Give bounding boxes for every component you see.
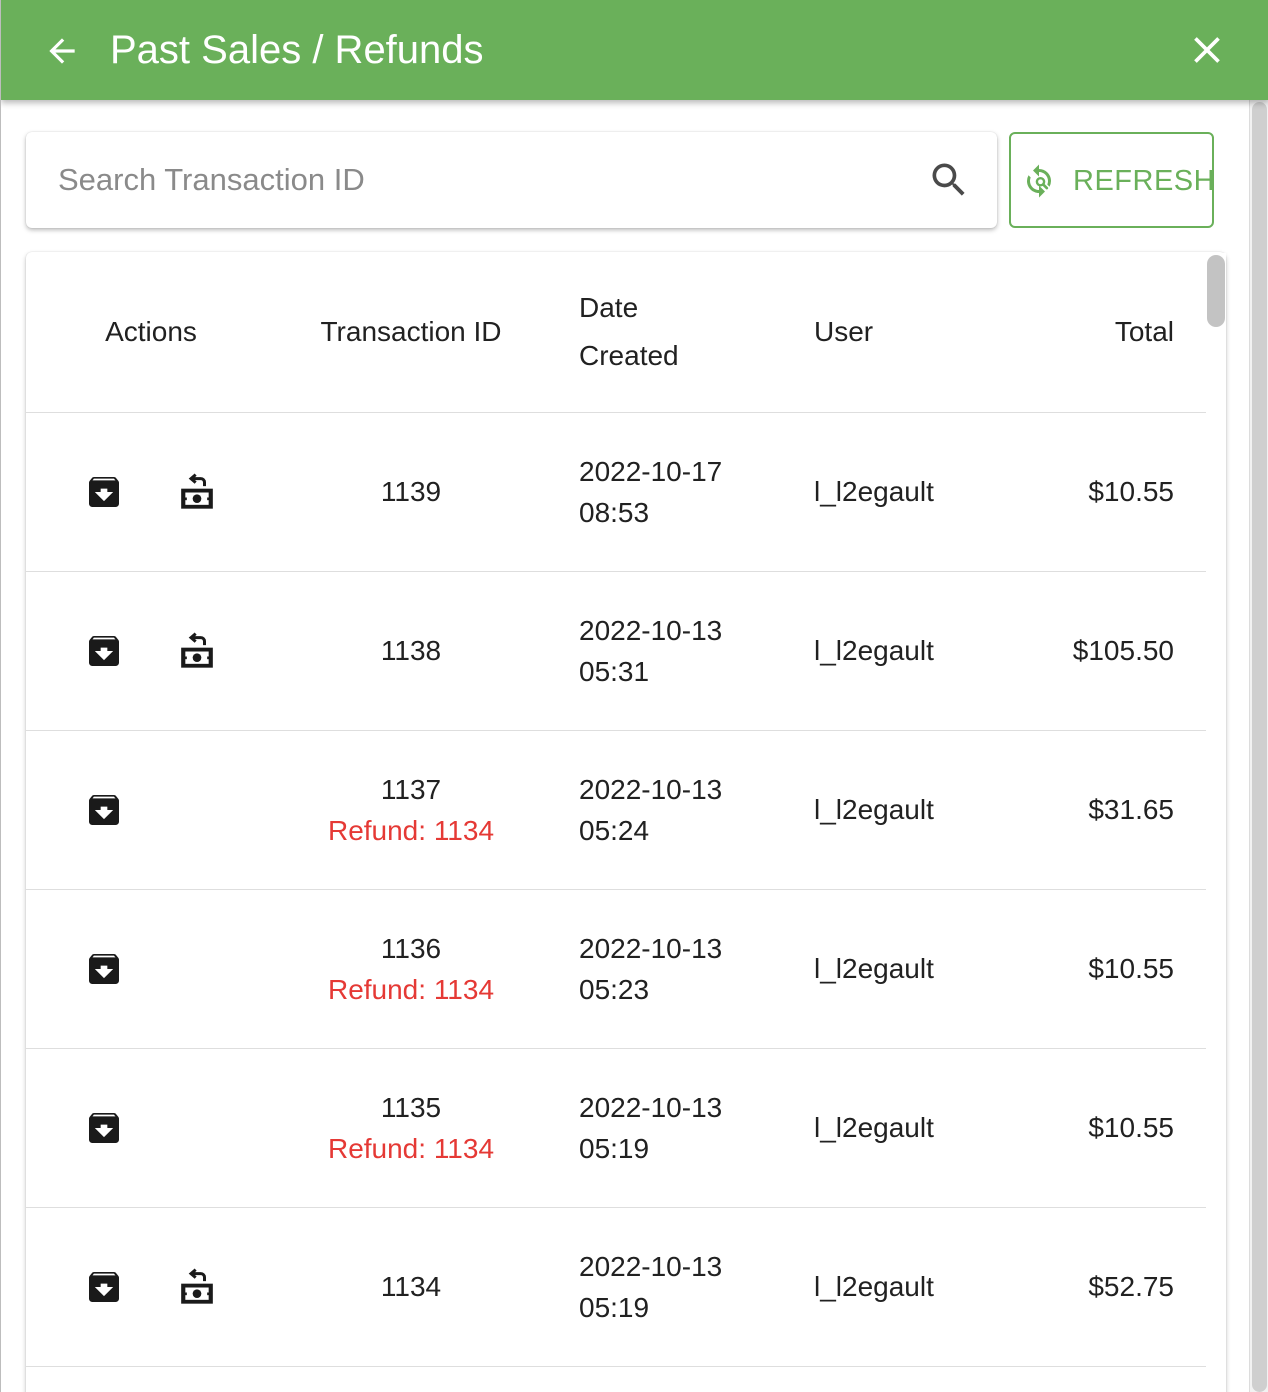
archive-download-icon — [89, 953, 119, 984]
money-refund-icon — [181, 473, 213, 509]
past-sales-dialog: Past Sales / Refunds REFRESH Actions Tra… — [0, 0, 1268, 1392]
transactions-table: Actions Transaction ID Date Created User… — [26, 252, 1226, 1392]
arrow-left-icon — [49, 38, 75, 64]
search-icon — [932, 163, 965, 196]
transaction-id: 1138 — [380, 635, 442, 666]
back-button[interactable] — [39, 28, 85, 74]
user-name: l_l2egault — [814, 635, 934, 666]
date-created: 2022-10-13 — [579, 1250, 723, 1282]
archive-download-icon — [89, 476, 119, 507]
download-receipt-button[interactable] — [84, 1108, 124, 1148]
column-header-date-line2: Created — [579, 340, 679, 371]
date-created: 2022-10-13 — [579, 1091, 723, 1123]
download-receipt-button[interactable] — [84, 949, 124, 989]
column-header-total: Total — [1114, 316, 1174, 347]
time-created: 05:31 — [579, 655, 650, 687]
refund-reference: Refund: 1134 — [327, 814, 495, 846]
column-header-transaction-id: Transaction ID — [320, 316, 502, 347]
user-name: l_l2egault — [814, 1112, 934, 1143]
transaction-total: $10.55 — [1088, 476, 1174, 507]
archive-download-icon — [89, 794, 119, 825]
refresh-icon — [1027, 164, 1051, 198]
close-icon — [1194, 37, 1220, 63]
refresh-label: REFRESH — [1073, 165, 1216, 197]
refund-reference: Refund: 1134 — [327, 1132, 495, 1164]
page-title: Past Sales / Refunds — [110, 28, 484, 72]
page-scrollbar-thumb[interactable] — [1252, 102, 1267, 1392]
column-header-user: User — [814, 316, 874, 347]
table-scrollbar-thumb[interactable] — [1207, 255, 1225, 327]
refund-button[interactable] — [177, 1267, 217, 1307]
date-created: 2022-10-17 — [579, 455, 723, 487]
transaction-id: 1134 — [380, 1271, 442, 1302]
column-header-actions: Actions — [105, 316, 197, 347]
archive-download-icon — [89, 1271, 119, 1302]
row-separator — [26, 1366, 1206, 1367]
refund-button[interactable] — [177, 631, 217, 671]
transaction-total: $10.55 — [1088, 953, 1174, 984]
user-name: l_l2egault — [814, 953, 934, 984]
search-input[interactable] — [58, 154, 918, 206]
refund-reference: Refund: 1134 — [327, 973, 495, 1005]
app-bar: Past Sales / Refunds — [1, 0, 1268, 100]
archive-download-icon — [89, 635, 119, 666]
search-box — [26, 132, 997, 228]
date-created: 2022-10-13 — [579, 773, 723, 805]
time-created: 05:23 — [579, 973, 650, 1005]
page-scrollbar[interactable] — [1249, 100, 1268, 1392]
download-receipt-button[interactable] — [84, 472, 124, 512]
close-button[interactable] — [1183, 26, 1231, 74]
time-created: 08:53 — [579, 496, 650, 528]
time-created: 05:19 — [579, 1132, 650, 1164]
refund-button[interactable] — [177, 472, 217, 512]
search-button[interactable] — [927, 158, 971, 202]
transaction-total: $105.50 — [1072, 635, 1174, 666]
transaction-id: 1135 — [380, 1091, 442, 1123]
time-created: 05:24 — [579, 814, 650, 846]
download-receipt-button[interactable] — [84, 631, 124, 671]
transaction-id: 1136 — [380, 932, 442, 964]
download-receipt-button[interactable] — [84, 1267, 124, 1307]
download-receipt-button[interactable] — [84, 790, 124, 830]
table-scrollbar[interactable] — [1206, 253, 1226, 1392]
column-header-date-line1: Date — [579, 292, 639, 323]
transaction-total: $31.65 — [1088, 794, 1174, 825]
date-created: 2022-10-13 — [579, 614, 723, 646]
user-name: l_l2egault — [814, 476, 934, 507]
transaction-id: 1137 — [380, 773, 442, 805]
money-refund-icon — [181, 632, 213, 668]
time-created: 05:19 — [579, 1291, 650, 1323]
date-created: 2022-10-13 — [579, 932, 723, 964]
transaction-id: 1139 — [380, 476, 442, 507]
transaction-total: $10.55 — [1088, 1112, 1174, 1143]
archive-download-icon — [89, 1112, 119, 1143]
refresh-button[interactable]: REFRESH — [1009, 132, 1216, 228]
transaction-total: $52.75 — [1088, 1271, 1174, 1302]
user-name: l_l2egault — [814, 794, 934, 825]
user-name: l_l2egault — [814, 1271, 934, 1302]
money-refund-icon — [181, 1268, 213, 1304]
